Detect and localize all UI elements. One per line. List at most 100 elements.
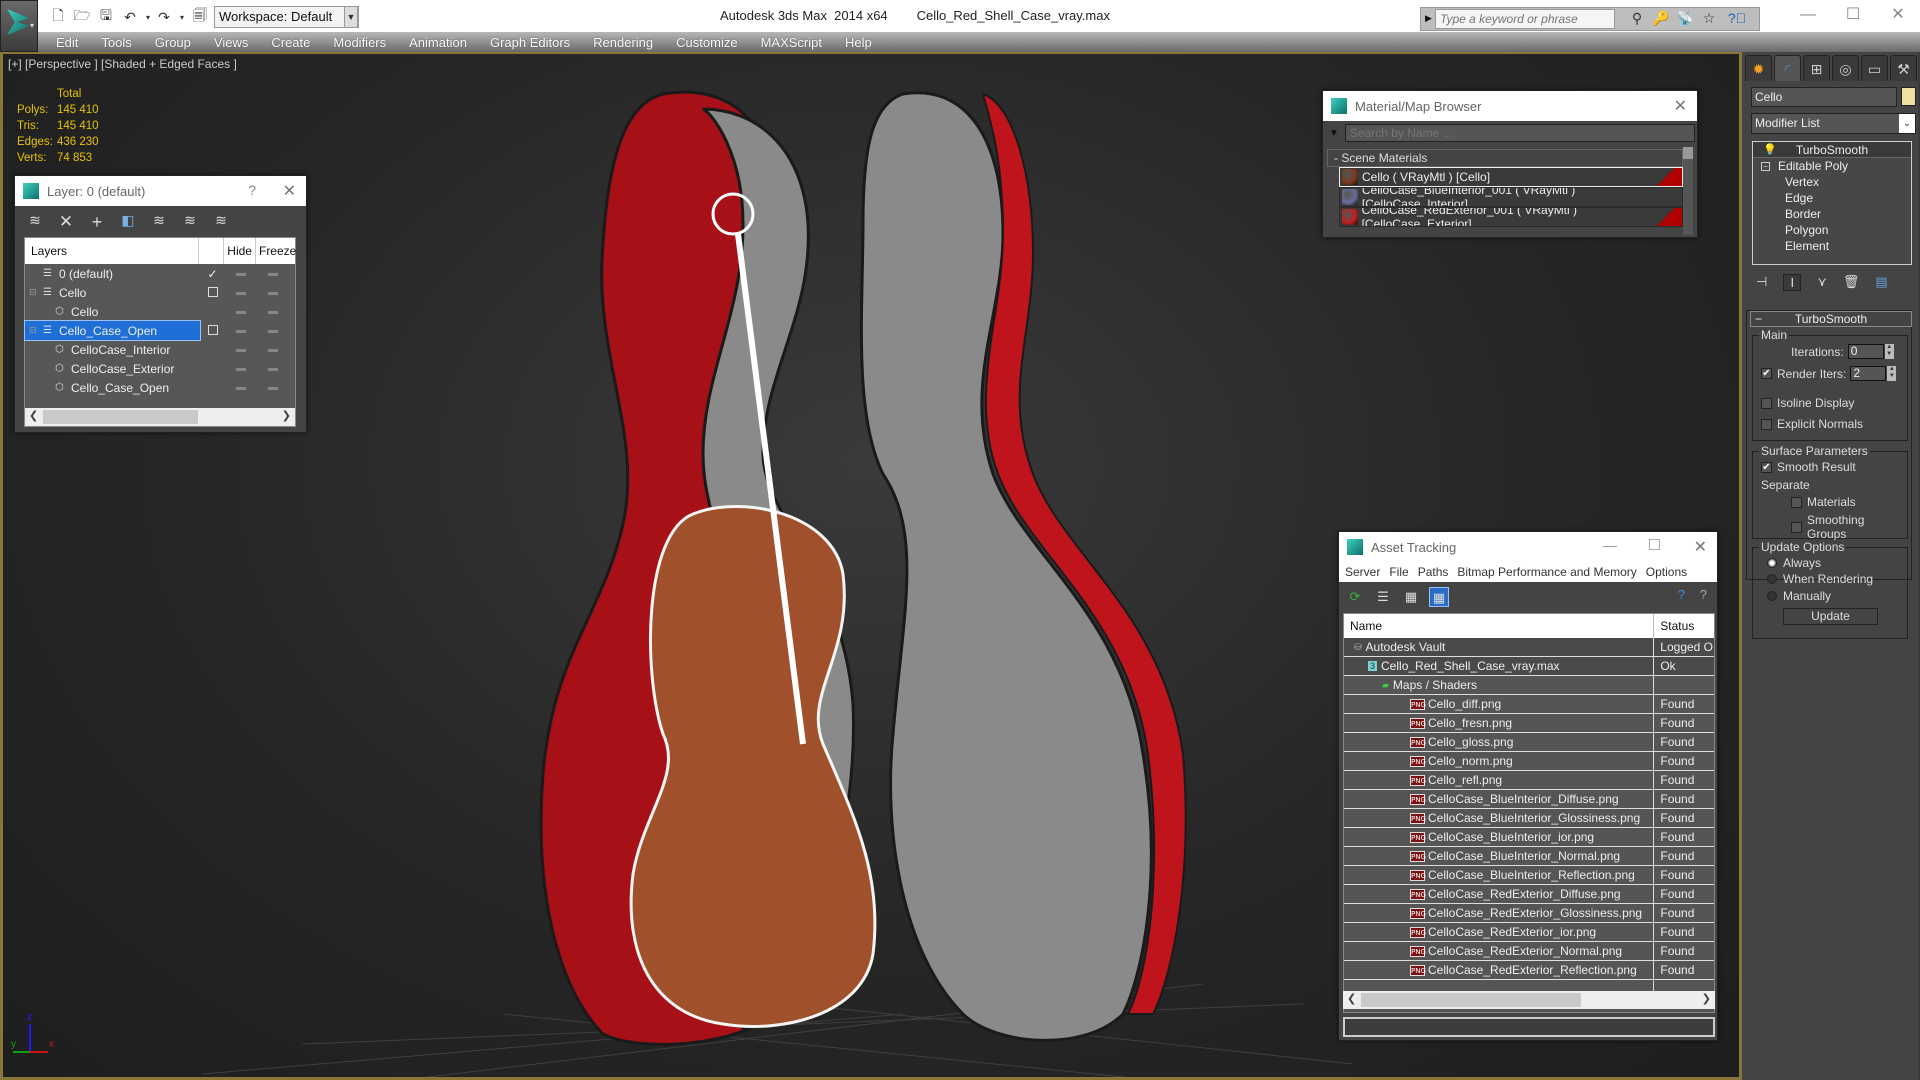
asset-row[interactable]: PNG CelloCase_RedExterior_ior.png Found <box>1344 923 1714 942</box>
asset-row[interactable]: PNG CelloCase_RedExterior_Glossiness.png F… <box>1344 904 1714 923</box>
key-icon[interactable]: 🔑 <box>1651 10 1671 28</box>
rollout-header[interactable]: − TurboSmooth <box>1750 311 1912 327</box>
scrollbar-thumb[interactable] <box>1361 993 1581 1007</box>
layer-row[interactable]: ⬡ Cello_Case_Open ▬ ▬ <box>25 378 295 397</box>
column-layers[interactable]: Layers <box>25 244 198 258</box>
freeze-toggle[interactable]: ▬ <box>257 268 289 279</box>
spinner-arrows-icon[interactable]: ▲ ▼ <box>1887 366 1897 381</box>
make-unique-icon[interactable]: ⋎ <box>1817 274 1827 290</box>
context-help-icon[interactable]: ? <box>1700 587 1707 602</box>
open-file-icon[interactable]: 🗁 <box>72 7 92 27</box>
project-folder-icon[interactable]: 🗐 <box>190 7 210 27</box>
layer-dialog-titlebar[interactable]: Layer: 0 (default) ? ✕ <box>15 176 306 206</box>
collapse-icon[interactable]: ⊟ <box>29 325 39 336</box>
menu-animation[interactable]: Animation <box>409 35 467 50</box>
isoline-display-option[interactable]: Isoline Display <box>1761 396 1854 410</box>
separate-smoothing-groups-option[interactable]: Smoothing Groups <box>1791 513 1907 541</box>
render-iters-checkbox[interactable]: ✔ <box>1761 368 1772 379</box>
binoculars-icon[interactable]: ⚲ <box>1627 10 1647 28</box>
layer-name-cell[interactable]: ☰ 0 (default) <box>25 264 200 283</box>
menu-tools[interactable]: Tools <box>101 35 131 50</box>
quick-access-customize-icon[interactable]: ▼ <box>344 6 358 28</box>
layer-row[interactable]: ☰ 0 (default) ✓ ▬ ▬ <box>25 264 295 283</box>
layer-row[interactable]: ⊟ ☰ Cello ▬ ▬ <box>25 283 295 302</box>
subobject-element[interactable]: Element <box>1753 238 1911 254</box>
asset-row[interactable]: ⛁ Autodesk Vault Logged O <box>1344 638 1714 657</box>
freeze-toggle[interactable]: ▬ <box>257 344 289 355</box>
asset-row[interactable]: PNG Cello_diff.png Found <box>1344 695 1714 714</box>
smoothing-groups-checkbox[interactable] <box>1791 521 1802 533</box>
column-freeze[interactable]: Freeze <box>254 238 296 264</box>
asset-path-field[interactable] <box>1343 1017 1715 1037</box>
stack-item-editable-poly[interactable]: − Editable Poly <box>1753 158 1911 174</box>
scrollbar-thumb[interactable] <box>1683 147 1693 159</box>
update-button[interactable]: Update <box>1783 608 1878 625</box>
menu-customize[interactable]: Customize <box>676 35 737 50</box>
radio-when-rendering[interactable] <box>1767 574 1777 584</box>
spinner-arrows-icon[interactable]: ▲ ▼ <box>1884 344 1894 359</box>
workspace-select[interactable]: Workspace: Default ▾ <box>214 6 359 28</box>
expand-arrow-icon[interactable]: ▶ <box>1425 13 1432 24</box>
asset-row[interactable]: PNG CelloCase_RedExterior_Diffuse.png Foun… <box>1344 885 1714 904</box>
menu-modifiers[interactable]: Modifiers <box>333 35 386 50</box>
layer-row[interactable]: ⬡ CelloCase_Exterior ▬ ▬ <box>25 359 295 378</box>
subobject-border[interactable]: Border <box>1753 206 1911 222</box>
delete-layer-icon[interactable]: ✕ <box>56 212 76 231</box>
menu-paths[interactable]: Paths <box>1418 565 1449 579</box>
update-when-rendering-option[interactable]: When Rendering <box>1767 572 1873 586</box>
table-view-icon[interactable]: ▦ <box>1429 587 1449 607</box>
subobject-edge[interactable]: Edge <box>1753 190 1911 206</box>
iterations-spinner[interactable]: 0 <box>1847 344 1884 359</box>
minimize-button[interactable]: — <box>1603 537 1617 553</box>
show-end-result-icon[interactable]: I <box>1783 273 1802 291</box>
freeze-toggle[interactable]: ▬ <box>257 287 289 298</box>
asset-row[interactable]: PNG CelloCase_RedExterior_Reflection.png F… <box>1344 961 1714 980</box>
hide-toggle[interactable]: ▬ <box>225 382 257 393</box>
menu-graph-editors[interactable]: Graph Editors <box>490 35 570 50</box>
lightbulb-icon[interactable]: 💡 <box>1763 143 1777 156</box>
material-item[interactable]: CelloCase_RedExterior_001 ( VRayMtl ) [C… <box>1339 207 1683 227</box>
vertical-scrollbar[interactable] <box>1683 147 1693 235</box>
menu-maxscript[interactable]: MAXScript <box>761 35 822 50</box>
material-item[interactable]: Cello ( VRayMtl ) [Cello] <box>1339 167 1683 187</box>
help-button[interactable]: ? <box>248 182 256 198</box>
help-icon[interactable]: ? <box>1678 587 1685 602</box>
explicit-normals-checkbox[interactable] <box>1761 418 1772 430</box>
new-file-icon[interactable]: 🗋 <box>48 7 68 27</box>
asset-row[interactable]: PNG CelloCase_BlueInterior_Reflection.png… <box>1344 866 1714 885</box>
layer-name-cell[interactable]: ⬡ Cello <box>25 302 200 321</box>
layer-name-cell[interactable]: ⬡ Cello_Case_Open <box>25 378 200 397</box>
create-layer-icon[interactable]: ≋ <box>25 212 45 230</box>
asset-row[interactable]: 3 Cello_Red_Shell_Case_vray.max Ok <box>1344 657 1714 676</box>
menu-views[interactable]: Views <box>214 35 248 50</box>
asset-row[interactable]: ▰ Maps / Shaders <box>1344 676 1714 695</box>
select-layer-icon[interactable]: ≋ <box>149 212 169 230</box>
subobject-vertex[interactable]: Vertex <box>1753 174 1911 190</box>
current-layer-toggle[interactable]: ✓ <box>200 267 225 281</box>
freeze-toggle[interactable]: ▬ <box>257 363 289 374</box>
asset-row[interactable]: PNG CelloCase_BlueInterior_Glossiness.png… <box>1344 809 1714 828</box>
utilities-tab-icon[interactable]: ⚒ <box>1890 55 1917 81</box>
freeze-layers-icon[interactable]: ≋ <box>211 212 231 230</box>
menu-bitmap-performance[interactable]: Bitmap Performance and Memory <box>1457 565 1636 579</box>
asset-row[interactable]: PNG Cello_norm.png Found <box>1344 752 1714 771</box>
hide-toggle[interactable]: ▬ <box>225 268 257 279</box>
close-button[interactable]: ✕ <box>1878 4 1918 28</box>
horizontal-scrollbar[interactable]: ❮ ❯ <box>1343 991 1715 1009</box>
material-browser-titlebar[interactable]: Material/Map Browser ✕ <box>1323 91 1697 121</box>
create-tab-icon[interactable]: ✹ <box>1745 55 1772 81</box>
favorites-star-icon[interactable]: ☆ <box>1699 10 1719 28</box>
object-color-swatch[interactable] <box>1901 87 1916 106</box>
object-name-field[interactable] <box>1751 87 1897 107</box>
layer-name-cell[interactable]: ⊟ ☰ Cello <box>25 283 200 302</box>
save-file-icon[interactable]: 🖫 <box>96 7 116 27</box>
asset-row[interactable]: PNG CelloCase_BlueInterior_Normal.png Foun… <box>1344 847 1714 866</box>
layer-name-cell[interactable]: ⊟ ☰ Cello_Case_Open <box>24 320 201 341</box>
hide-toggle[interactable]: ▬ <box>225 306 257 317</box>
modifier-list-dropdown[interactable]: Modifier List ⌄ <box>1751 113 1916 134</box>
column-status[interactable]: Status <box>1654 614 1714 638</box>
scroll-right-icon[interactable]: ❯ <box>1702 992 1711 1005</box>
tree-view-icon[interactable]: ▦ <box>1401 587 1421 607</box>
layer-name-cell[interactable]: ⬡ CelloCase_Exterior <box>25 359 200 378</box>
menu-rendering[interactable]: Rendering <box>593 35 653 50</box>
